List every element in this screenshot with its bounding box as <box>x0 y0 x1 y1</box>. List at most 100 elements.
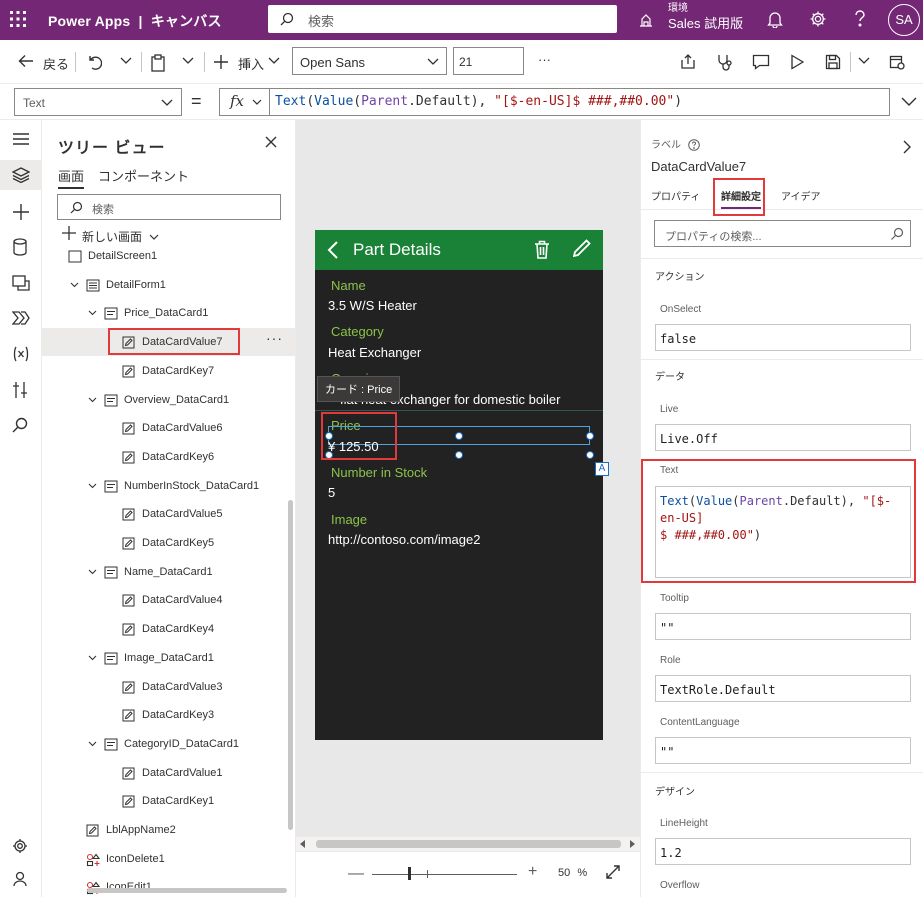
zoom-slider-thumb[interactable] <box>408 867 411 880</box>
insert-plus-icon[interactable] <box>12 203 30 221</box>
tree-item[interactable]: DataCardValue6 <box>42 414 295 442</box>
fit-screen-icon[interactable] <box>606 865 620 879</box>
close-icon[interactable] <box>265 136 277 148</box>
resize-handle[interactable] <box>325 451 333 459</box>
tree-item[interactable]: CategoryID_DataCard1 <box>42 730 295 758</box>
contentlanguage-field[interactable]: "" <box>655 737 911 764</box>
help-icon[interactable] <box>853 10 867 28</box>
save-chevron-down-icon[interactable] <box>858 57 870 65</box>
user-avatar[interactable]: SA <box>888 4 920 36</box>
tree-item[interactable]: Name_DataCard1 <box>42 558 295 586</box>
chevron-down-icon[interactable] <box>88 483 97 489</box>
undo-chevron-down-icon[interactable] <box>120 57 132 65</box>
share-icon[interactable] <box>680 54 696 70</box>
undo-icon[interactable] <box>86 54 102 70</box>
tree-item[interactable]: Price_DataCard1 <box>42 299 295 327</box>
text-formula-field[interactable]: Text(Value(Parent.Default), "[$-en-US] $… <box>655 486 911 578</box>
resize-handle[interactable] <box>325 432 333 440</box>
global-search-input[interactable]: 検索 <box>268 5 617 33</box>
tab-components[interactable]: コンポーネント <box>98 166 189 185</box>
tree-item[interactable]: DataCardKey4 <box>42 615 295 643</box>
chevron-down-icon[interactable] <box>88 569 97 575</box>
zoom-slider-track[interactable] <box>372 874 517 875</box>
new-screen-button[interactable]: 新しい画面 <box>62 226 159 244</box>
play-icon[interactable] <box>790 54 804 70</box>
lineheight-field[interactable]: 1.2 <box>655 838 911 865</box>
zoom-out-button[interactable]: — <box>348 865 364 883</box>
tooltip-field[interactable]: "" <box>655 613 911 640</box>
scroll-right-icon[interactable] <box>629 840 635 848</box>
font-size-input[interactable]: 21 <box>453 47 524 75</box>
app-screen-preview[interactable]: Part Details Name 3.5 W/S Heater Categor… <box>315 230 609 740</box>
tree-item[interactable]: DataCardKey1 <box>42 787 295 815</box>
zoom-in-button[interactable]: + <box>528 863 537 881</box>
field-value-name[interactable]: 3.5 W/S Heater <box>328 298 417 313</box>
back-button[interactable]: 戻る <box>43 54 69 73</box>
stethoscope-icon[interactable] <box>716 54 734 72</box>
tree-item[interactable]: Overview_DataCard1 <box>42 386 295 414</box>
tree-item[interactable]: DataCardValue3 <box>42 673 295 701</box>
resize-handle[interactable] <box>586 451 594 459</box>
chevron-down-icon[interactable] <box>88 310 97 316</box>
help-circle-icon[interactable] <box>687 139 700 152</box>
tree-item[interactable]: LblAppName2 <box>42 816 295 844</box>
tree-item[interactable]: DataCardValue5 <box>42 500 295 528</box>
property-dropdown[interactable]: Text <box>14 88 182 116</box>
tree-horizontal-scrollbar[interactable] <box>87 888 287 893</box>
environment-picker[interactable]: 環境 Sales 試用版 <box>668 4 743 31</box>
field-value-image[interactable]: http://contoso.com/image2 <box>328 532 480 547</box>
property-search-input[interactable]: プロパティの検索... <box>654 220 911 247</box>
tree-item[interactable]: DataCardKey5 <box>42 529 295 557</box>
field-value-price[interactable]: ¥ 125.50 <box>328 439 379 454</box>
tools-icon[interactable] <box>12 381 28 399</box>
live-field[interactable]: Live.Off <box>655 424 911 451</box>
fx-button[interactable]: fx <box>220 89 270 115</box>
tree-item[interactable]: DataCardKey7 <box>42 357 295 385</box>
tree-item[interactable]: DataCardValue1 <box>42 759 295 787</box>
data-cylinder-icon[interactable] <box>12 238 28 256</box>
bell-icon[interactable] <box>767 10 783 28</box>
comment-icon[interactable] <box>752 54 770 70</box>
chevron-down-icon[interactable] <box>88 655 97 661</box>
tree-item[interactable]: DataCardValue7 ··· <box>42 328 295 357</box>
canvas-horizontal-scrollbar[interactable] <box>296 837 640 851</box>
tree-search-input[interactable]: 検索 <box>57 194 281 220</box>
environment-icon[interactable] <box>638 12 654 28</box>
tree-item-more-button[interactable]: ··· <box>266 330 283 346</box>
tree-item[interactable]: DetailForm1 <box>42 271 295 299</box>
tab-properties[interactable]: プロパティ <box>651 188 700 203</box>
tree-item[interactable]: DataCardKey3 <box>42 701 295 729</box>
tab-advanced[interactable]: 詳細設定 <box>721 188 761 209</box>
layers-icon[interactable] <box>12 167 30 183</box>
insert-chevron-down-icon[interactable] <box>268 57 280 65</box>
tree-item[interactable]: NumberInStock_DataCard1 <box>42 472 295 500</box>
pencil-icon[interactable] <box>573 239 591 259</box>
chevron-down-icon[interactable] <box>70 282 79 288</box>
tab-screens[interactable]: 画面 <box>58 166 85 189</box>
tree-item[interactable]: DataCardValue4 <box>42 586 295 614</box>
save-icon[interactable] <box>825 54 841 70</box>
tree-item[interactable]: IconDelete1 <box>42 845 295 873</box>
chevron-down-icon[interactable] <box>88 397 97 403</box>
power-automate-icon[interactable] <box>12 311 30 325</box>
autowidth-badge[interactable]: A <box>595 462 609 476</box>
role-field[interactable]: TextRole.Default <box>655 675 911 702</box>
resize-handle[interactable] <box>455 432 463 440</box>
search-icon[interactable] <box>12 417 28 433</box>
scroll-left-icon[interactable] <box>300 840 306 848</box>
trash-icon[interactable] <box>534 240 550 259</box>
resize-handle[interactable] <box>455 451 463 459</box>
back-chevron-icon[interactable] <box>327 240 339 260</box>
gear-icon[interactable] <box>809 10 827 28</box>
tree-item[interactable]: DetailScreen1 <box>42 242 295 270</box>
paste-chevron-down-icon[interactable] <box>182 57 194 65</box>
field-value-stock[interactable]: 5 <box>328 485 335 500</box>
hamburger-icon[interactable] <box>12 132 30 146</box>
media-icon[interactable] <box>12 275 30 291</box>
insert-button[interactable]: 挿入 <box>238 54 264 73</box>
chevron-right-icon[interactable] <box>903 140 912 154</box>
variables-icon[interactable] <box>12 346 30 362</box>
app-launcher-icon[interactable] <box>8 9 28 29</box>
publish-icon[interactable] <box>889 54 905 70</box>
font-dropdown[interactable]: Open Sans <box>292 47 447 75</box>
